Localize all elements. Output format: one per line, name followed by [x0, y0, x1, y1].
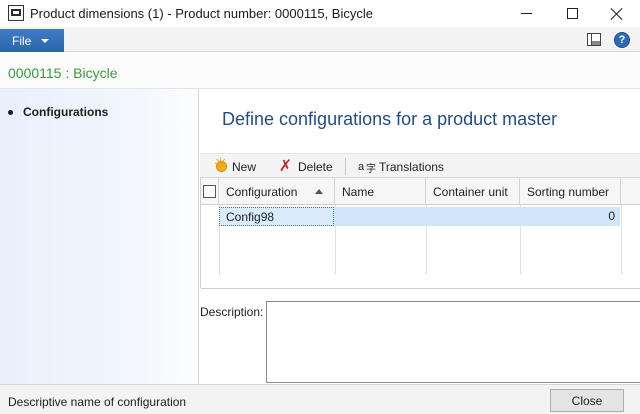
- close-icon: [610, 7, 624, 21]
- delete-icon: ✗: [278, 158, 293, 175]
- layout-icon[interactable]: [587, 33, 601, 46]
- page-title: Define configurations for a product mast…: [222, 109, 558, 129]
- help-icon[interactable]: ?: [614, 32, 630, 48]
- column-header-container-unit[interactable]: Container unit: [426, 178, 520, 205]
- configuration-cell[interactable]: Config98: [219, 207, 334, 226]
- column-header-name[interactable]: Name: [335, 178, 426, 205]
- translate-icon: a字: [358, 160, 376, 175]
- column-header-sorting-number[interactable]: Sorting number: [520, 178, 621, 205]
- grid-header: Configuration Name Container unit Sortin…: [201, 178, 640, 205]
- toolbar-separator: [345, 158, 346, 175]
- chevron-down-icon: [41, 38, 50, 43]
- grid-body: Config98 0: [201, 205, 640, 288]
- configurations-grid: Configuration Name Container unit Sortin…: [200, 178, 640, 290]
- column-header-label: Sorting number: [527, 184, 610, 199]
- left-navigation: Configurations: [0, 89, 199, 384]
- file-menu-button[interactable]: File: [0, 29, 64, 52]
- window-title: Product dimensions (1) - Product number:…: [30, 6, 373, 21]
- new-button-label: New: [232, 159, 257, 174]
- status-text: Descriptive name of configuration: [8, 395, 187, 409]
- translations-button[interactable]: a字 Translations: [358, 158, 444, 175]
- select-all-cell: [201, 178, 219, 205]
- menu-strip: File: [0, 27, 640, 52]
- column-divider: [621, 205, 622, 275]
- select-all-checkbox[interactable]: [203, 185, 216, 198]
- delete-button[interactable]: ✗ Delete: [278, 158, 333, 175]
- close-window-button[interactable]: [594, 0, 640, 27]
- column-header-configuration[interactable]: Configuration: [219, 178, 335, 205]
- main-panel: Define configurations for a product mast…: [200, 89, 640, 384]
- bullet-icon: [8, 109, 13, 115]
- title-bar: Product dimensions (1) - Product number:…: [0, 0, 640, 27]
- nav-item-label: Configurations: [23, 105, 109, 119]
- column-header-label: Container unit: [433, 184, 508, 199]
- description-field[interactable]: [266, 301, 640, 383]
- record-title: 0000115 : Bicycle: [8, 65, 118, 81]
- maximize-button[interactable]: [549, 0, 595, 27]
- minimize-icon: [520, 13, 532, 14]
- new-button[interactable]: New: [214, 156, 257, 175]
- delete-button-label: Delete: [298, 159, 333, 174]
- grid-bottom-border: [201, 288, 640, 290]
- action-toolbar: New ✗ Delete a字 Translations: [200, 153, 640, 178]
- file-menu-label: File: [12, 33, 32, 48]
- app-form-icon: [8, 5, 24, 21]
- record-header: 0000115 : Bicycle: [0, 53, 640, 89]
- new-icon: [214, 156, 229, 174]
- sort-ascending-icon: [315, 189, 324, 194]
- minimize-button[interactable]: [503, 0, 549, 27]
- nav-item-configurations[interactable]: Configurations: [8, 105, 108, 119]
- sorting-number-cell[interactable]: 0: [520, 207, 620, 226]
- column-header-label: Name: [342, 184, 375, 199]
- status-bar: Descriptive name of configuration Close: [0, 384, 640, 414]
- column-header-label: Configuration: [226, 184, 298, 199]
- close-button[interactable]: Close: [550, 389, 624, 412]
- maximize-icon: [566, 8, 578, 19]
- description-label: Description:: [200, 305, 264, 319]
- translations-button-label: Translations: [379, 159, 444, 174]
- table-row[interactable]: Config98 0: [219, 207, 620, 226]
